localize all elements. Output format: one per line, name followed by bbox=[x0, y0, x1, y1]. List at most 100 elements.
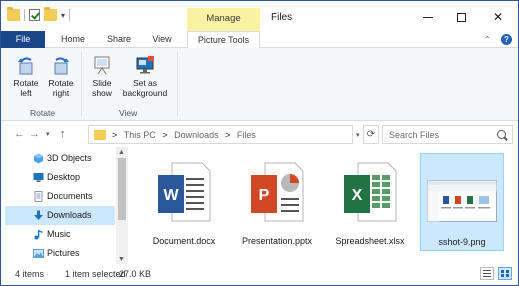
rotate-left-button[interactable]: Rotate left bbox=[9, 54, 43, 98]
rotate-left-icon bbox=[18, 57, 33, 75]
breadcrumb-item-downloads[interactable]: Downloads bbox=[174, 130, 219, 140]
back-arrow-icon[interactable]: ← bbox=[14, 128, 25, 140]
rotate-right-label-2: right bbox=[52, 88, 70, 98]
tab-picture-tools[interactable]: Picture Tools bbox=[187, 31, 260, 49]
file-list: W Document.docx P Presentation.pptx X Sp… bbox=[129, 147, 518, 264]
forward-arrow-icon[interactable]: → bbox=[29, 128, 40, 140]
selection-size: 27.0 KB bbox=[119, 269, 152, 279]
rotate-right-button[interactable]: Rotate right bbox=[44, 54, 78, 98]
item-count: 4 items bbox=[15, 269, 45, 279]
breadcrumb-separator: > bbox=[162, 130, 168, 140]
nav-item-label: Downloads bbox=[47, 210, 92, 220]
tab-share[interactable]: Share bbox=[99, 31, 139, 48]
3d-objects-icon bbox=[34, 153, 43, 164]
set-background-icon bbox=[136, 56, 154, 74]
up-arrow-icon[interactable]: ↑ bbox=[60, 128, 66, 140]
breadcrumb-item-files[interactable]: Files bbox=[237, 130, 256, 140]
nav-item-music[interactable]: Music bbox=[5, 225, 115, 244]
set-background-label-2: background bbox=[122, 88, 168, 98]
nav-item-label: Pictures bbox=[47, 248, 80, 258]
address-history-chevron-icon[interactable]: ▾ bbox=[356, 131, 360, 139]
title-bar: ▾ Manage Files ✕ bbox=[1, 1, 518, 31]
folder-icon bbox=[94, 130, 106, 140]
selection-status: 1 item selected bbox=[65, 269, 126, 279]
slideshow-label-1: Slide bbox=[92, 78, 112, 88]
scrollbar-thumb[interactable] bbox=[118, 158, 126, 220]
slideshow-icon bbox=[94, 56, 110, 75]
file-name: Presentation.pptx bbox=[241, 236, 313, 246]
quick-access-toolbar: ▾ bbox=[7, 7, 71, 21]
refresh-icon: ⟳ bbox=[366, 129, 376, 140]
refresh-button[interactable]: ⟳ bbox=[363, 125, 379, 144]
address-bar[interactable]: > This PC > Downloads > Files bbox=[88, 125, 353, 144]
large-icons-view-button[interactable] bbox=[498, 267, 512, 280]
set-background-label-1: Set as bbox=[132, 78, 158, 88]
large-icons-view-icon bbox=[501, 270, 509, 277]
ribbon-panel: Rotate left Rotate right Slide show Set … bbox=[1, 48, 518, 121]
svg-text:X: X bbox=[352, 187, 363, 204]
navigation-bar: ← → ▾ ↑ > This PC > Downloads > Files ▾ … bbox=[1, 122, 518, 147]
details-view-icon bbox=[483, 270, 491, 277]
new-folder-icon[interactable] bbox=[44, 7, 57, 21]
set-as-background-button[interactable]: Set as background bbox=[118, 54, 172, 98]
nav-pane-scrollbar[interactable]: ▲ ▼ bbox=[116, 147, 128, 264]
rotate-left-label-1: Rotate bbox=[13, 78, 39, 88]
file-item-spreadsheet[interactable]: X Spreadsheet.xlsx bbox=[322, 153, 418, 251]
recent-locations-chevron-icon[interactable]: ▾ bbox=[46, 130, 50, 138]
documents-icon bbox=[34, 191, 43, 202]
close-button[interactable]: ✕ bbox=[483, 7, 513, 27]
manage-context-tab[interactable]: Manage bbox=[187, 8, 260, 31]
group-separator bbox=[81, 52, 82, 116]
slideshow-button[interactable]: Slide show bbox=[87, 54, 117, 98]
nav-item-documents[interactable]: Documents bbox=[5, 187, 115, 206]
file-name: Spreadsheet.xlsx bbox=[335, 236, 405, 246]
search-icon bbox=[497, 130, 506, 139]
file-item-document[interactable]: W Document.docx bbox=[136, 153, 232, 251]
rotate-right-label-1: Rotate bbox=[48, 78, 74, 88]
nav-item-desktop[interactable]: Desktop bbox=[5, 168, 115, 187]
properties-icon[interactable] bbox=[29, 9, 40, 21]
file-explorer-window: ▾ Manage Files ✕ File Home Share View Pi… bbox=[0, 0, 519, 286]
search-placeholder: Search Files bbox=[389, 130, 440, 140]
breadcrumb-separator: > bbox=[225, 130, 231, 140]
maximize-button[interactable] bbox=[446, 7, 476, 27]
nav-item-label: Music bbox=[47, 229, 71, 239]
breadcrumb: > This PC > Downloads > Files bbox=[112, 130, 260, 140]
nav-item-pictures[interactable]: Pictures bbox=[5, 244, 115, 263]
nav-item-label: 3D Objects bbox=[47, 153, 92, 163]
word-doc-icon: W bbox=[158, 162, 211, 222]
tab-file[interactable]: File bbox=[1, 31, 45, 48]
desktop-icon bbox=[33, 173, 44, 182]
tab-view[interactable]: View bbox=[143, 31, 181, 48]
tab-home[interactable]: Home bbox=[53, 31, 93, 48]
customize-toolbar-chevron-icon[interactable]: ▾ bbox=[61, 11, 65, 20]
help-icon[interactable]: ? bbox=[501, 34, 512, 45]
downloads-icon bbox=[34, 210, 43, 220]
file-name: Document.docx bbox=[152, 236, 216, 246]
status-bar: 4 items 1 item selected 27.0 KB bbox=[1, 264, 518, 285]
image-thumbnail-icon bbox=[427, 180, 497, 222]
breadcrumb-item-this-pc[interactable]: This PC bbox=[124, 130, 156, 140]
scroll-down-icon[interactable]: ▼ bbox=[118, 256, 125, 263]
navigation-pane: 3D Objects Desktop Documents Downloads M… bbox=[1, 147, 128, 264]
nav-item-3d-objects[interactable]: 3D Objects bbox=[5, 149, 115, 168]
scroll-up-icon[interactable]: ▲ bbox=[118, 149, 125, 156]
minimize-button[interactable] bbox=[413, 7, 443, 27]
nav-item-downloads[interactable]: Downloads bbox=[5, 206, 115, 225]
nav-item-label: Documents bbox=[47, 191, 93, 201]
svg-text:W: W bbox=[163, 187, 179, 204]
details-view-button[interactable] bbox=[480, 267, 494, 280]
search-input[interactable]: Search Files bbox=[382, 125, 513, 144]
toolbar-separator bbox=[24, 9, 25, 21]
svg-text:P: P bbox=[259, 187, 270, 204]
music-icon bbox=[34, 230, 43, 240]
rotate-right-icon bbox=[54, 57, 69, 75]
file-item-image[interactable]: sshot-9.png bbox=[420, 153, 504, 251]
file-item-presentation[interactable]: P Presentation.pptx bbox=[229, 153, 325, 251]
slideshow-label-2: show bbox=[92, 88, 112, 98]
ribbon-tabs: File Home Share View Picture Tools ⌃ ? bbox=[1, 31, 518, 49]
powerpoint-doc-icon: P bbox=[251, 162, 304, 222]
maximize-icon bbox=[456, 12, 466, 22]
collapse-ribbon-chevron-icon[interactable]: ⌃ bbox=[484, 35, 491, 44]
group-separator bbox=[177, 52, 178, 116]
